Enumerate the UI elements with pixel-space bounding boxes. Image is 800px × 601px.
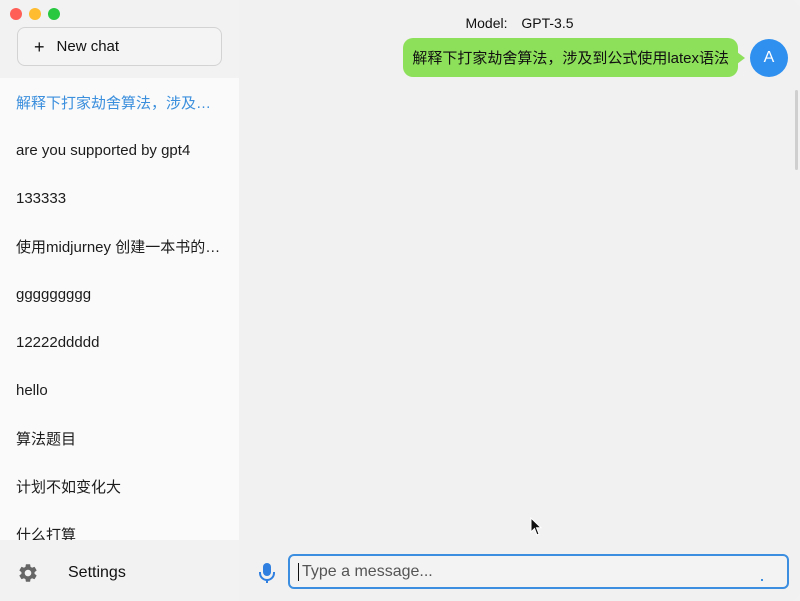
chat-history-list: 解释下打家劫舍算法，涉及到公式使用latex语法 are you support… [0,78,239,540]
plus-icon: + [34,36,45,57]
history-item[interactable]: 计划不如变化大 [0,462,239,510]
history-item-title: 算法题目 [16,430,77,448]
user-message-row: 解释下打家劫舍算法，涉及到公式使用latex语法 A [403,38,788,77]
history-item-title: 解释下打家劫舍算法，涉及到公式使用latex语法 [16,94,225,112]
history-item[interactable]: 算法题目 [0,414,239,462]
mouse-cursor-icon [530,517,543,536]
settings-button[interactable]: Settings [0,548,239,598]
history-item-title: 12222ddddd [16,333,100,351]
history-item[interactable]: 使用midjurney 创建一本书的封面 [0,222,239,270]
model-label: Model: [465,15,508,31]
scrollbar[interactable] [795,90,798,170]
settings-label: Settings [68,564,126,581]
close-window-button[interactable] [10,8,22,20]
history-item[interactable]: 解释下打家劫舍算法，涉及到公式使用latex语法 [0,78,239,126]
app-window: + New chat 解释下打家劫舍算法，涉及到公式使用latex语法 are … [0,0,800,601]
model-indicator: Model: GPT-3.5 [239,15,800,31]
sidebar: + New chat 解释下打家劫舍算法，涉及到公式使用latex语法 are … [0,0,239,601]
history-item-title: 133333 [16,189,67,207]
history-item-title: are you supported by gpt4 [16,141,191,159]
gear-icon [19,564,37,582]
history-item[interactable]: hello [0,366,239,414]
minimize-window-button[interactable] [29,8,41,20]
window-controls [10,8,60,20]
zoom-window-button[interactable] [48,8,60,20]
history-item[interactable]: are you supported by gpt4 [0,126,239,174]
model-value: GPT-3.5 [521,15,574,31]
history-item-title: 计划不如变化大 [16,478,122,496]
history-item-title: 什么打算 [16,526,77,541]
history-item-title: hello [16,381,48,399]
history-item[interactable]: ggggggggg [0,270,239,318]
input-indicator-dot [761,579,763,581]
message-input[interactable] [300,561,744,582]
text-caret [298,562,299,581]
mic-icon[interactable] [258,562,276,584]
history-item[interactable]: 12222ddddd [0,318,239,366]
chat-main: Model: GPT-3.5 解释下打家劫舍算法，涉及到公式使用latex语法 … [239,0,800,601]
user-message-bubble: 解释下打家劫舍算法，涉及到公式使用latex语法 [403,38,745,77]
history-item-title: 使用midjurney 创建一本书的封面 [16,238,225,256]
new-chat-button[interactable]: + New chat [17,27,222,66]
history-item[interactable]: 133333 [0,174,239,222]
history-item-title: ggggggggg [16,285,92,303]
history-item[interactable]: 什么打算 [0,510,239,541]
message-input-box[interactable] [288,554,789,589]
avatar: A [750,38,788,77]
new-chat-label: New chat [56,38,120,55]
